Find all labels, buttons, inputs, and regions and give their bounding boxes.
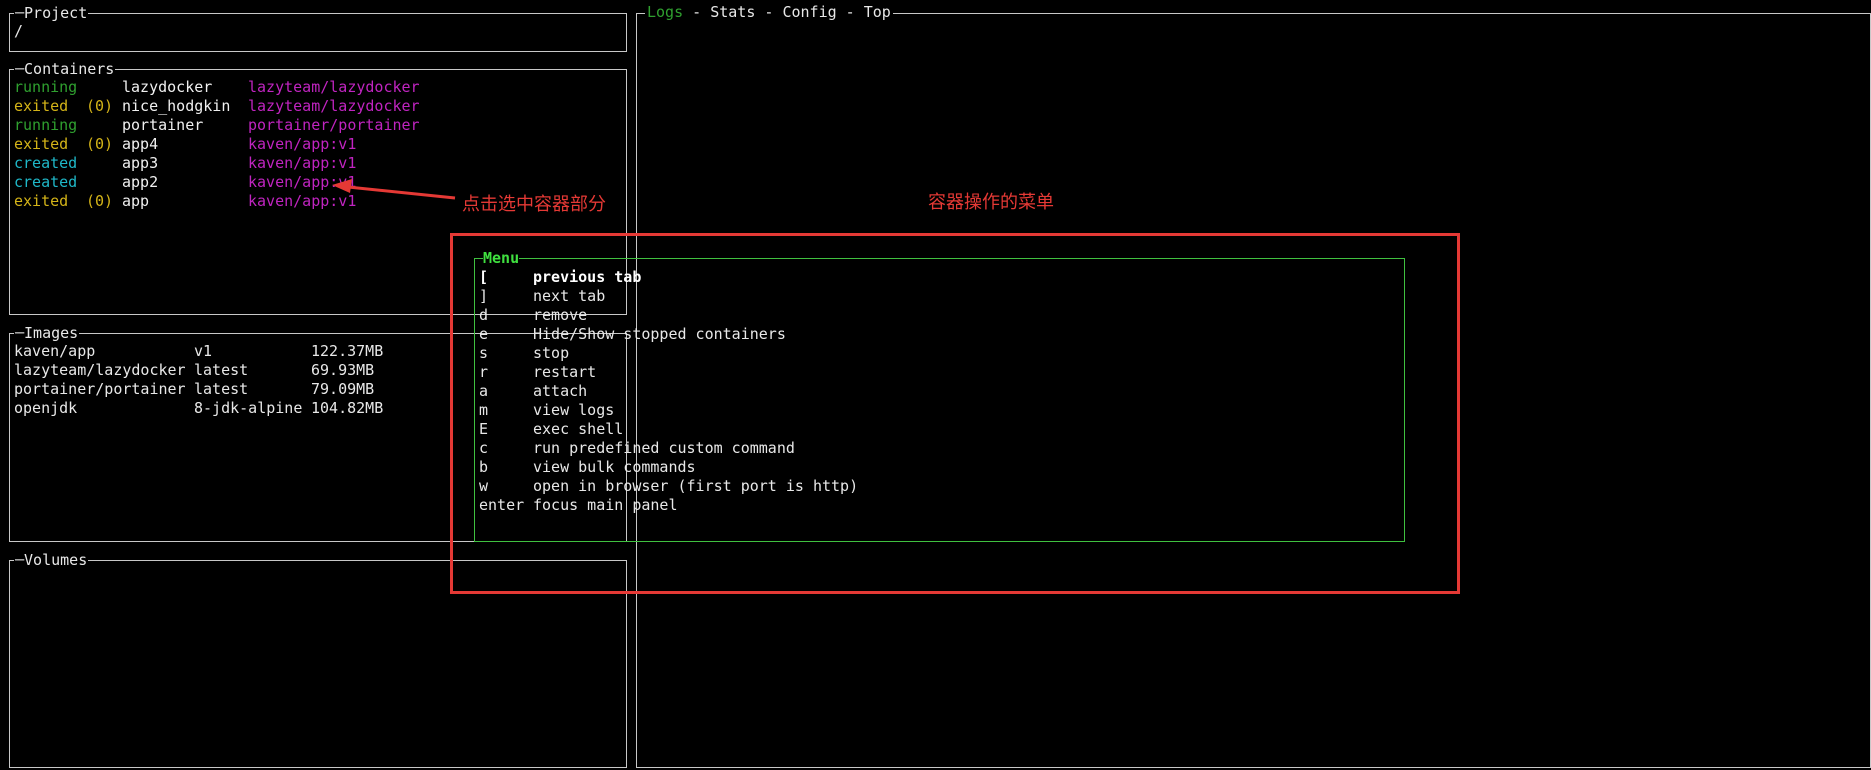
container-status: exited bbox=[14, 97, 69, 115]
tab-config[interactable]: Config bbox=[782, 3, 836, 21]
container-name: app4 bbox=[122, 135, 159, 153]
image-size: 104.82MB bbox=[311, 399, 384, 417]
menu-item-label: focus main panel bbox=[533, 496, 678, 514]
image-tag: latest bbox=[194, 361, 249, 379]
project-panel[interactable]: Project / bbox=[9, 4, 627, 52]
tab-separator: - bbox=[836, 3, 864, 21]
container-name: app2 bbox=[122, 173, 159, 191]
volumes-panel-title: Volumes bbox=[14, 551, 89, 570]
menu-item-label: view logs bbox=[533, 401, 615, 419]
container-row[interactable]: exited (0) nice_hodgkin lazyteam/lazydocker bbox=[14, 97, 614, 116]
image-size: 79.09MB bbox=[311, 380, 375, 398]
menu-item[interactable]: s stop bbox=[479, 344, 1379, 363]
container-name: portainer bbox=[122, 116, 204, 134]
menu-item[interactable]: ] next tab bbox=[479, 287, 1379, 306]
annotation-menu-note: 容器操作的菜单 bbox=[928, 192, 1054, 213]
menu-item-key: w bbox=[479, 477, 489, 495]
annotation-arrow-icon bbox=[332, 179, 456, 200]
tab-separator: - bbox=[683, 3, 711, 21]
container-image: lazyteam/lazydocker bbox=[248, 97, 420, 115]
container-row[interactable]: created app2 kaven/app:v1 bbox=[14, 173, 614, 192]
menu-item-label: exec shell bbox=[533, 420, 624, 438]
container-name: app3 bbox=[122, 154, 159, 172]
container-exit-code: (0) bbox=[86, 97, 114, 115]
menu-item-label: next tab bbox=[533, 287, 606, 305]
container-name: app bbox=[122, 192, 150, 210]
menu-item-key: ] bbox=[479, 287, 489, 305]
menu-item-key: a bbox=[479, 382, 489, 400]
container-status: exited bbox=[14, 135, 69, 153]
menu-item[interactable]: Eexec shell bbox=[479, 420, 1379, 439]
tab-separator: - bbox=[755, 3, 783, 21]
menu-item-label: remove bbox=[533, 306, 588, 324]
image-name: portainer/portainer bbox=[14, 380, 186, 398]
menu-item[interactable]: m view logs bbox=[479, 401, 1379, 420]
tab-stats[interactable]: Stats bbox=[710, 3, 755, 21]
container-row[interactable]: running portainer portainer/portainer bbox=[14, 116, 614, 135]
image-tag: latest bbox=[194, 380, 249, 398]
menu-item-label: view bulk commands bbox=[533, 458, 696, 476]
menu-item-label: run predefined custom command bbox=[533, 439, 795, 457]
container-status: created bbox=[14, 154, 78, 172]
image-name: lazyteam/lazydocker bbox=[14, 361, 186, 379]
menu-item[interactable]: a attach bbox=[479, 382, 1379, 401]
menu-item-key: E bbox=[479, 420, 489, 438]
project-path: / bbox=[14, 22, 24, 40]
menu-item-label: attach bbox=[533, 382, 588, 400]
container-row[interactable]: created app3 kaven/app:v1 bbox=[14, 154, 614, 173]
menu-item-key: b bbox=[479, 458, 489, 476]
menu-item[interactable]: d remove bbox=[479, 306, 1379, 325]
menu-item-key: s bbox=[479, 344, 489, 362]
main-tabs: Logs - Stats - Config - Top bbox=[645, 3, 893, 22]
images-panel-title: Images bbox=[14, 324, 80, 343]
menu-item-label: restart bbox=[533, 363, 597, 381]
menu-item-label: open in browser (first port is http) bbox=[533, 477, 859, 495]
menu-item[interactable]: e Hide/Show stopped containers bbox=[479, 325, 1379, 344]
tab-top[interactable]: Top bbox=[864, 3, 891, 21]
container-row[interactable]: exited (0) app4 kaven/app:v1 bbox=[14, 135, 614, 154]
image-name: openjdk bbox=[14, 399, 78, 417]
tab-logs[interactable]: Logs bbox=[647, 3, 683, 21]
container-exit-code: (0) bbox=[86, 192, 114, 210]
menu-item-key: c bbox=[479, 439, 489, 457]
menu-item-label: previous tab bbox=[533, 268, 642, 286]
container-status: running bbox=[14, 116, 78, 134]
project-panel-title: Project bbox=[14, 4, 89, 23]
annotation-click-note: 点击选中容器部分 bbox=[462, 194, 606, 215]
containers-panel-title: Containers bbox=[14, 60, 116, 79]
menu-panel[interactable]: Menu [ previous tab] next tab d remove e Hide/… bbox=[474, 249, 1405, 542]
menu-item-key: [ bbox=[479, 268, 489, 286]
container-status: created bbox=[14, 173, 78, 191]
menu-item-key: e bbox=[479, 325, 489, 343]
menu-item[interactable]: c run predefined custom command bbox=[479, 439, 1379, 458]
container-exit-code: (0) bbox=[86, 135, 114, 153]
menu-item-key: enter bbox=[479, 496, 525, 514]
menu-item[interactable]: b view bulk commands bbox=[479, 458, 1379, 477]
container-name: nice_hodgkin bbox=[122, 97, 231, 115]
container-image: kaven/app:v1 bbox=[248, 135, 357, 153]
menu-item[interactable]: [ previous tab bbox=[479, 268, 1379, 287]
image-name: kaven/app bbox=[14, 342, 96, 360]
menu-item-key: d bbox=[479, 306, 489, 324]
menu-item-key: r bbox=[479, 363, 489, 381]
container-status: running bbox=[14, 78, 78, 96]
container-row[interactable]: running lazydocker lazyteam/lazydocker bbox=[14, 78, 614, 97]
menu-item[interactable]: enter focus main panel bbox=[479, 496, 1379, 515]
menu-item-label: stop bbox=[533, 344, 570, 362]
menu-title: Menu bbox=[483, 249, 520, 268]
image-size: 69.93MB bbox=[311, 361, 375, 379]
menu-item-key: m bbox=[479, 401, 489, 419]
container-image: portainer/portainer bbox=[248, 116, 420, 134]
image-tag: 8-jdk-alpine bbox=[194, 399, 303, 417]
menu-item[interactable]: w open in browser (first port is http) bbox=[479, 477, 1379, 496]
container-name: lazydocker bbox=[122, 78, 213, 96]
container-image: lazyteam/lazydocker bbox=[248, 78, 420, 96]
menu-item[interactable]: r restart bbox=[479, 363, 1379, 382]
image-tag: v1 bbox=[194, 342, 213, 360]
image-size: 122.37MB bbox=[311, 342, 384, 360]
container-status: exited bbox=[14, 192, 69, 210]
container-image: kaven/app:v1 bbox=[248, 154, 357, 172]
menu-item-label: Hide/Show stopped containers bbox=[533, 325, 786, 343]
